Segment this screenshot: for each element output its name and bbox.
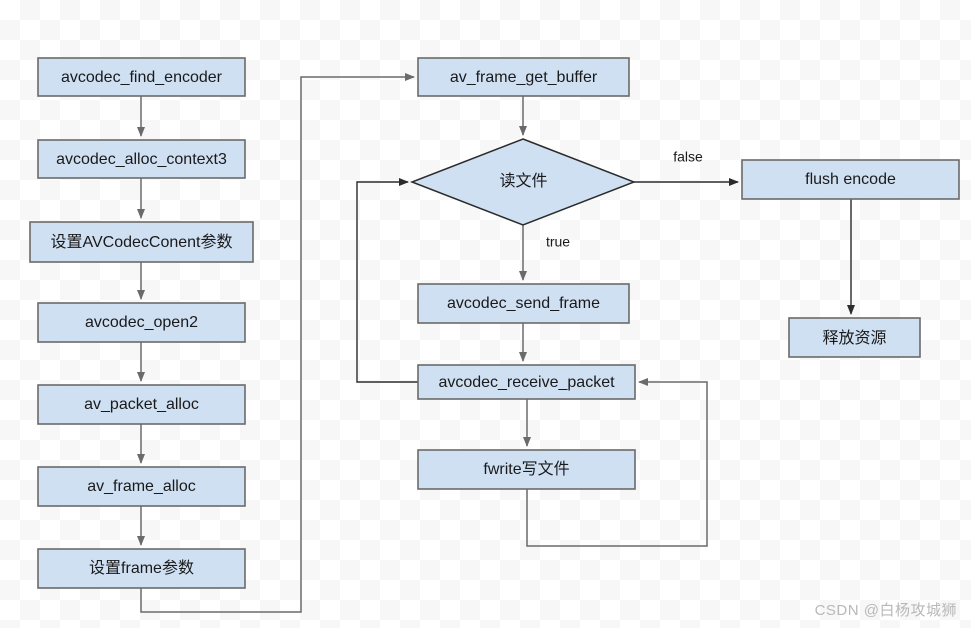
node-alloc-context3[interactable]: avcodec_alloc_context3 <box>37 139 246 179</box>
node-free-resource-label: 释放资源 <box>822 329 886 347</box>
link-receive-packet-to-read-file <box>356 178 418 383</box>
flowchart-svg: avcodec_find_encoder avcodec_alloc_conte… <box>29 57 960 613</box>
node-frame-get-buffer-label: av_frame_get_buffer <box>450 69 598 86</box>
node-set-codec-content-label: 设置AVCodecConent参数 <box>50 233 232 251</box>
node-find-encoder-label: avcodec_find_encoder <box>61 69 223 86</box>
node-fwrite-file-label: fwrite写文件 <box>483 460 569 478</box>
node-fwrite-file[interactable]: fwrite写文件 <box>417 449 636 490</box>
node-set-codec-content[interactable]: 设置AVCodecConent参数 <box>29 221 254 263</box>
node-packet-alloc-label: av_packet_alloc <box>84 396 199 413</box>
edge-label-false: false <box>673 149 703 165</box>
node-receive-packet[interactable]: avcodec_receive_packet <box>417 364 636 400</box>
node-open2-label: avcodec_open2 <box>85 314 198 331</box>
flowchart-canvas: avcodec_find_encoder avcodec_alloc_conte… <box>0 0 971 628</box>
node-free-resource[interactable]: 释放资源 <box>788 317 921 358</box>
node-alloc-context3-label: avcodec_alloc_context3 <box>56 151 227 168</box>
node-read-file-decision[interactable]: 读文件 <box>409 138 637 226</box>
node-send-frame[interactable]: avcodec_send_frame <box>417 283 630 324</box>
node-flush-encode-label: flush encode <box>805 171 896 188</box>
node-receive-packet-label: avcodec_receive_packet <box>438 374 615 391</box>
edge-label-true: true <box>546 234 570 250</box>
node-read-file-label: 读文件 <box>499 172 547 190</box>
csdn-watermark: CSDN @白杨攻城狮 <box>814 602 957 619</box>
node-flush-encode[interactable]: flush encode <box>741 159 960 200</box>
node-set-frame-label: 设置frame参数 <box>89 559 194 577</box>
node-open2[interactable]: avcodec_open2 <box>37 302 246 343</box>
node-send-frame-label: avcodec_send_frame <box>447 295 600 312</box>
node-frame-alloc-label: av_frame_alloc <box>87 478 196 495</box>
node-frame-alloc[interactable]: av_frame_alloc <box>37 466 246 507</box>
node-packet-alloc[interactable]: av_packet_alloc <box>37 384 246 425</box>
node-find-encoder[interactable]: avcodec_find_encoder <box>37 57 246 97</box>
node-set-frame[interactable]: 设置frame参数 <box>37 548 246 589</box>
node-frame-get-buffer[interactable]: av_frame_get_buffer <box>417 57 630 97</box>
